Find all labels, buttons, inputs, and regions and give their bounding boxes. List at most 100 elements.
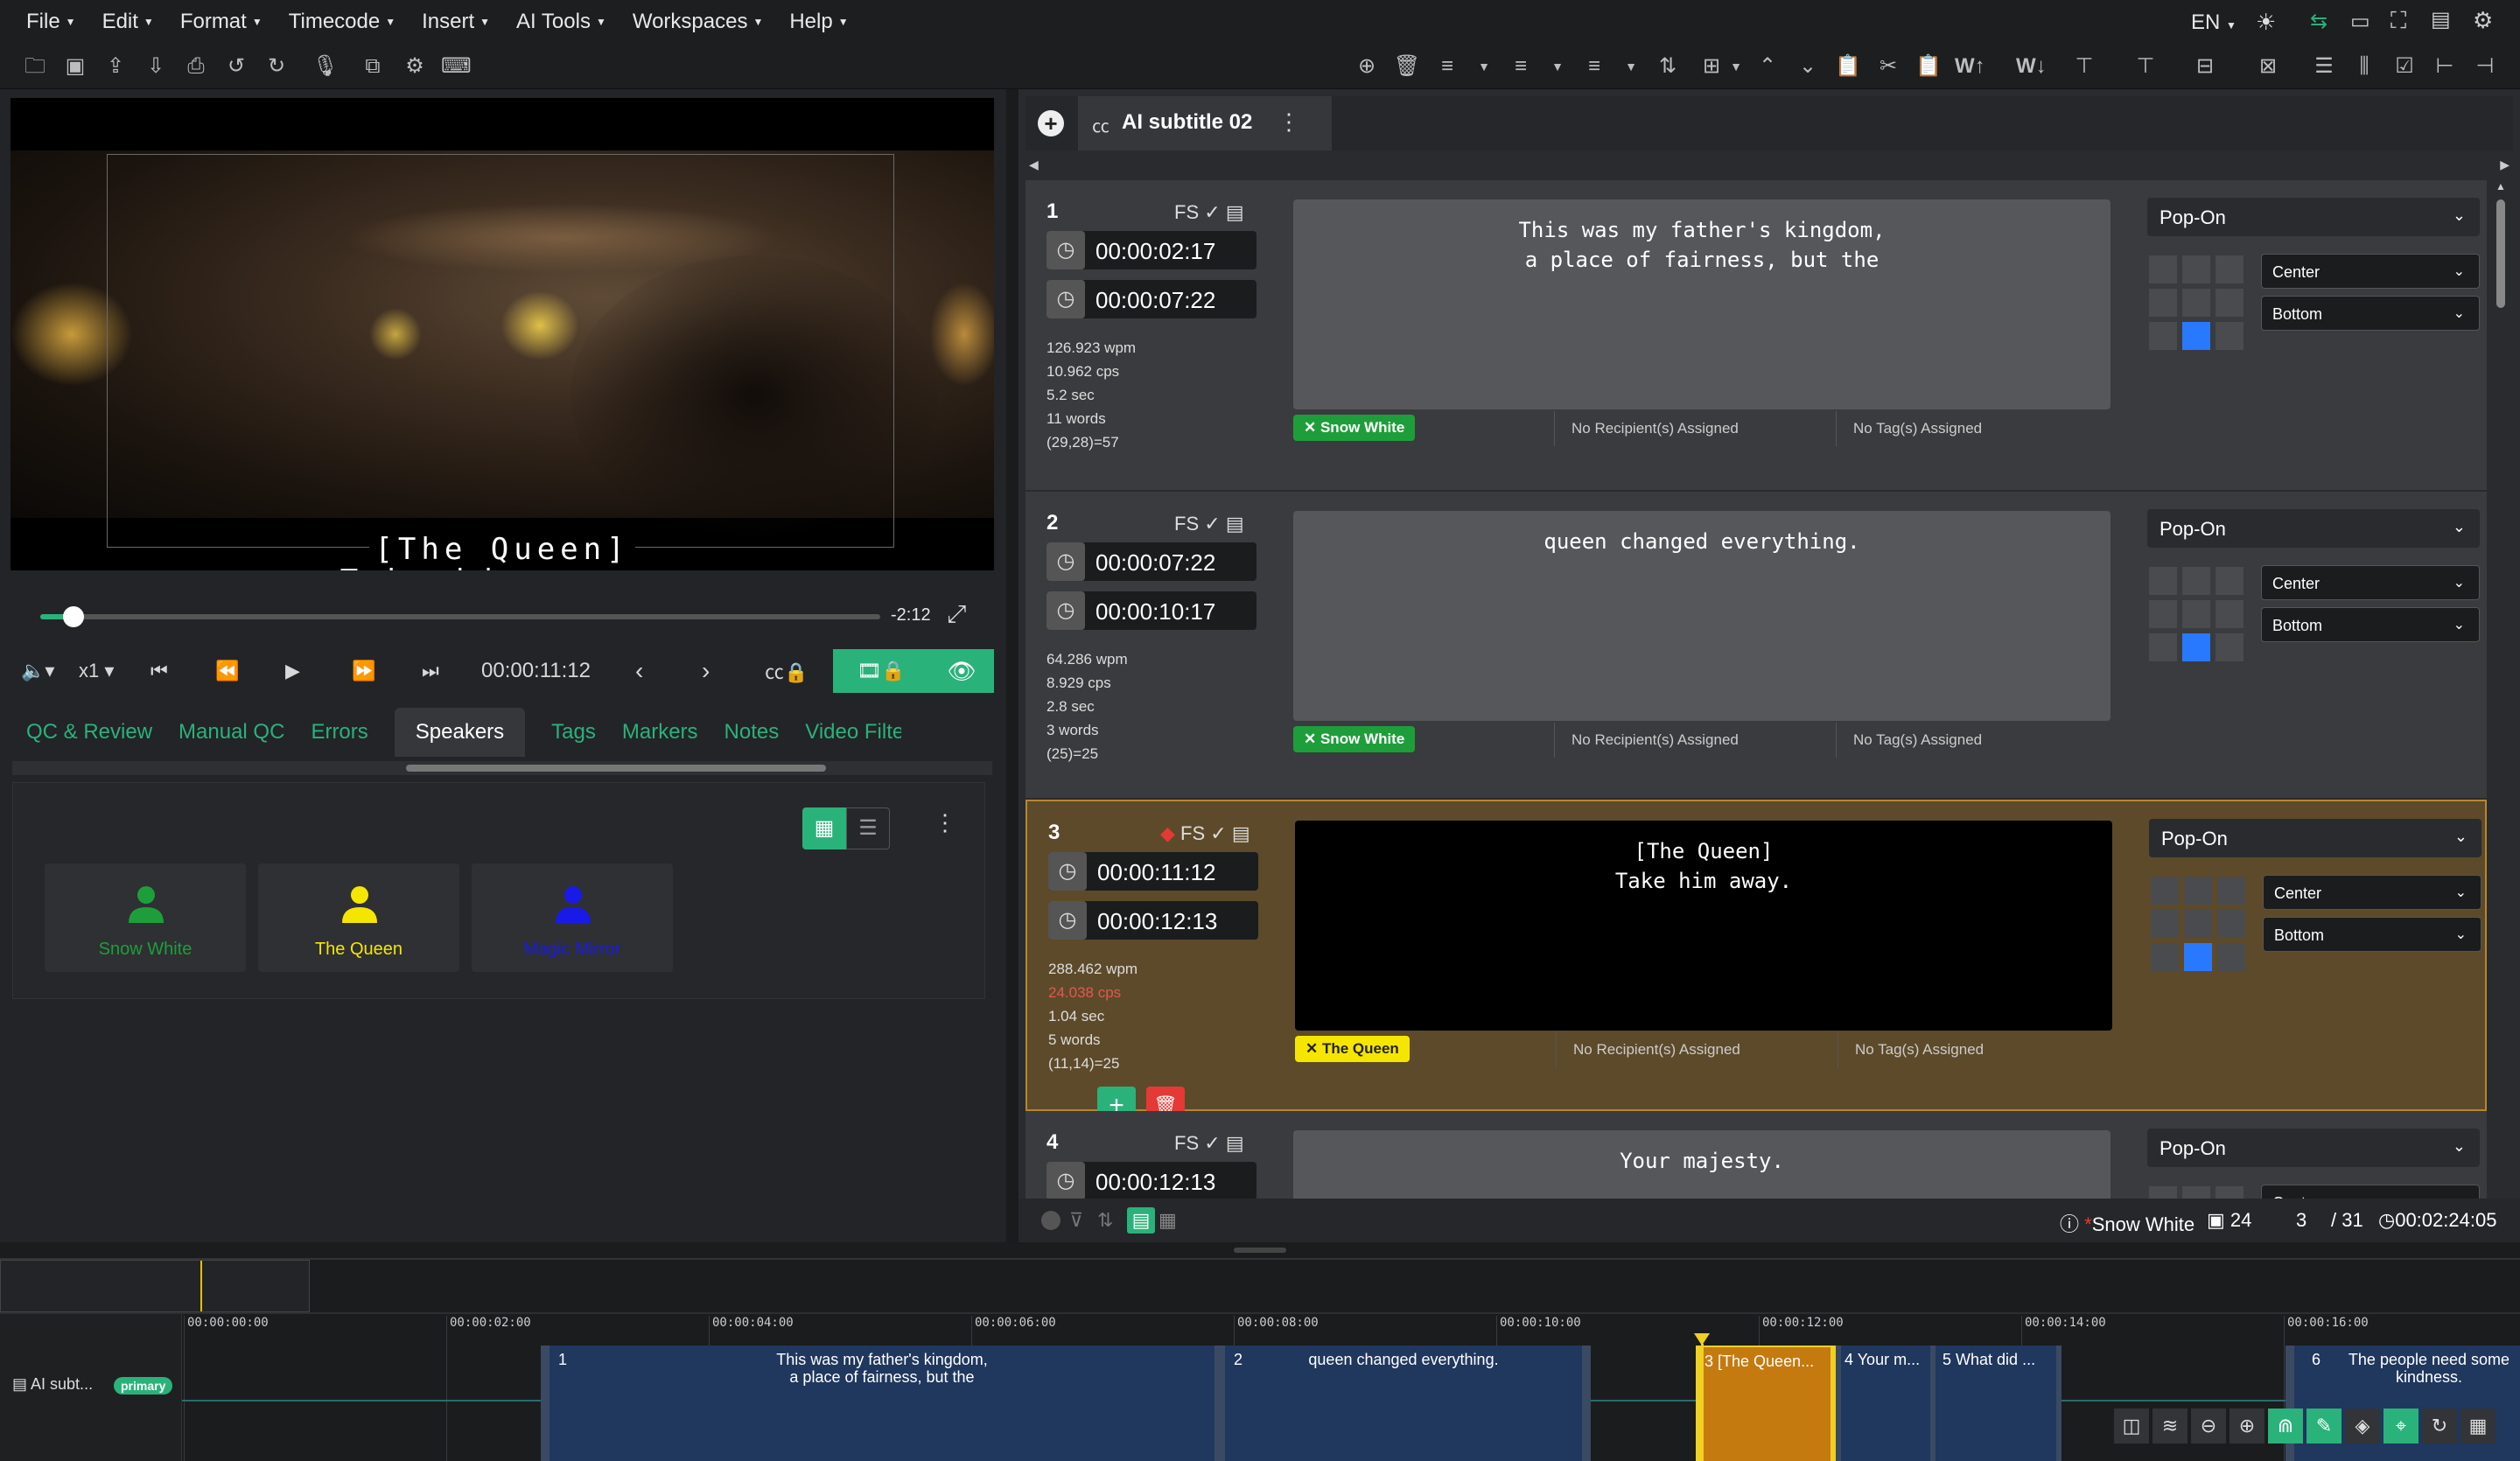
translate-icon[interactable]: ⧉	[359, 52, 387, 80]
chevron-down-icon[interactable]: ⌄	[1794, 52, 1822, 80]
tabs-scroll-thumb[interactable]	[406, 765, 826, 772]
out-timecode-field[interactable]: ◷ 00:00:10:17	[1046, 591, 1256, 630]
speaker-tag[interactable]: ✕ The Queen	[1295, 1036, 1410, 1062]
menu-timecode[interactable]: Timecode ▼	[289, 10, 396, 34]
tab-speakers[interactable]: Speakers	[394, 708, 526, 757]
print-icon[interactable]: ⎙	[182, 52, 210, 80]
align-right-dropdown-icon[interactable]: ▼	[1617, 52, 1645, 80]
waveform-icon[interactable]: ≋	[2152, 1409, 2188, 1444]
out-timecode-field[interactable]: ◷ 00:00:12:13	[1048, 901, 1258, 940]
comment-icon[interactable]: ▤	[1226, 201, 1244, 223]
pin-left-icon[interactable]: ⊢	[2431, 52, 2459, 80]
fullscreen-icon[interactable]: ⛶	[2390, 7, 2406, 35]
cue-view-icon[interactable]: ▤	[1127, 1207, 1155, 1234]
comment-icon[interactable]: ▤	[1226, 1132, 1244, 1154]
horizontal-align-select[interactable]: Center⌄	[2261, 254, 2480, 289]
tab-tags[interactable]: Tags	[551, 708, 596, 757]
in-timecode-field[interactable]: ◷ 00:00:12:13	[1046, 1162, 1256, 1200]
grid-toggle-icon[interactable]: ▦	[2460, 1409, 2496, 1444]
layers-icon[interactable]: ◈	[2345, 1409, 2380, 1444]
list-view-icon[interactable]: ☰	[846, 807, 890, 849]
tab-qc-review[interactable]: QC & Review	[26, 708, 152, 757]
merge-icon[interactable]: ⊠	[2254, 52, 2282, 80]
vertical-align-select[interactable]: Bottom ⌄	[2261, 607, 2480, 642]
timeline-segment[interactable]: 6 The people need some kindness.	[2286, 1346, 2520, 1461]
position-grid[interactable]	[2149, 255, 2245, 352]
scroll-right-icon[interactable]: ▶	[2500, 157, 2510, 172]
move-bottom-icon[interactable]: ⊤	[2132, 52, 2160, 80]
caption-lock-icon[interactable]: ㏄🔒	[765, 657, 808, 685]
add-cue-icon[interactable]: ⊕	[1353, 52, 1381, 80]
skip-end-icon[interactable]: ⏭	[422, 660, 439, 682]
caption-mode-select[interactable]: Pop-On ⌄	[2149, 819, 2482, 857]
timeline-segment-selected[interactable]: 3 [The Queen...	[1696, 1346, 1836, 1461]
language-select[interactable]: EN ▼	[2191, 10, 2236, 35]
sync-icon[interactable]: ⇆	[2310, 9, 2328, 34]
paste-icon[interactable]: 📋	[1914, 52, 1942, 80]
in-timecode-field[interactable]: ◷ 00:00:02:17	[1046, 231, 1256, 269]
align-center-icon[interactable]: ≡	[1507, 52, 1535, 80]
gear-icon[interactable]: ⚙	[401, 52, 429, 80]
word-down-icon[interactable]: W↓	[2016, 52, 2047, 80]
undo-icon[interactable]: ↺	[222, 52, 250, 80]
recipients[interactable]: No Recipient(s) Assigned	[1573, 1041, 1740, 1059]
menu-ai-tools[interactable]: AI Tools ▼	[516, 10, 606, 34]
volume-icon[interactable]: 🔈▾	[21, 660, 54, 682]
speaker-card-magic-mirror[interactable]: Magic Mirror	[472, 863, 673, 972]
cue-row-selected[interactable]: 3 ◆ FS ✓ ▤ ◷ 00:00:11:12 ◷ 00:00:12:13 288…	[1026, 800, 2487, 1125]
tabs-scrollbar[interactable]	[12, 761, 992, 775]
word-up-icon[interactable]: W↑	[1955, 52, 1985, 80]
columns-icon[interactable]: ⫼	[2350, 52, 2378, 80]
expand-icon[interactable]: ⤢	[947, 600, 966, 629]
timeline-resize-handle[interactable]	[1234, 1248, 1286, 1253]
cue-text-editor[interactable]: [The Queen] Take him away.	[1295, 821, 2112, 1031]
recipients[interactable]: No Recipient(s) Assigned	[1572, 731, 1739, 749]
cue-text-editor[interactable]: queen changed everything.	[1293, 511, 2110, 721]
zoom-out-icon[interactable]: ⊖	[2191, 1409, 2226, 1444]
track-tab-ai-subtitle[interactable]: ㏄ AI subtitle 02 ⋮	[1078, 96, 1332, 150]
check-icon[interactable]: ✓	[1204, 1132, 1220, 1154]
table-dropdown-icon[interactable]: ▼	[1722, 52, 1750, 80]
window-icon[interactable]: ▭	[2350, 9, 2370, 34]
scroll-left-icon[interactable]: ◀	[1029, 157, 1039, 172]
speaker-tag[interactable]: ✕ Snow White	[1293, 726, 1416, 752]
more-options-icon[interactable]: ⋮	[934, 809, 956, 836]
comment-icon[interactable]: ▤	[1226, 513, 1244, 535]
menu-file[interactable]: File ▼	[26, 10, 76, 34]
timeline-segment[interactable]: 5 What did ...	[1930, 1346, 2062, 1461]
filter-icon[interactable]: ⊽	[1069, 1209, 1083, 1232]
align-center-dropdown-icon[interactable]: ▼	[1544, 52, 1572, 80]
error-icon[interactable]: ◆	[1160, 822, 1175, 844]
tab-manual-qc[interactable]: Manual QC	[178, 708, 284, 757]
keyboard-icon[interactable]: ⌨	[441, 52, 472, 80]
location-pin-icon[interactable]: ⌖	[2384, 1409, 2418, 1444]
out-timecode-field[interactable]: ◷ 00:00:07:22	[1046, 280, 1256, 318]
caption-mode-select[interactable]: Pop-On ⌄	[2147, 509, 2480, 548]
timeline-segment[interactable]: 4 Your m...	[1836, 1346, 1941, 1461]
cue-text-editor[interactable]: This was my father's kingdom, a place of…	[1293, 199, 2110, 409]
redo-icon[interactable]: ↻	[262, 52, 290, 80]
caption-mode-select[interactable]: Pop-On ⌄	[2147, 198, 2480, 236]
speaker-tag[interactable]: ✕ Snow White	[1293, 415, 1416, 441]
magnet-icon[interactable]: ⋒	[2268, 1409, 2303, 1444]
tags[interactable]: No Tag(s) Assigned	[1853, 731, 1982, 749]
grid-view-icon[interactable]: ▦	[802, 807, 846, 849]
add-track-icon[interactable]: +	[1038, 110, 1064, 136]
pin-right-icon[interactable]: ⊣	[2471, 52, 2499, 80]
in-timecode-field[interactable]: ◷ 00:00:11:12	[1048, 852, 1258, 891]
settings-icon[interactable]: ⚙	[2473, 7, 2493, 34]
notes-icon[interactable]: ▤	[2431, 7, 2451, 32]
track-menu-icon[interactable]: ⋮	[1278, 108, 1300, 136]
visibility-icon[interactable]: 👁	[929, 649, 994, 693]
comment-icon[interactable]: ▤	[1232, 822, 1250, 844]
forward-icon[interactable]: ⏩	[352, 660, 375, 682]
lines-icon[interactable]: ☰	[2310, 52, 2338, 80]
cut-icon[interactable]: ✂	[1874, 52, 1902, 80]
scroll-up-icon[interactable]: ▲	[2496, 180, 2506, 192]
horizontal-align-select[interactable]: Center⌄	[2261, 565, 2480, 600]
menu-format[interactable]: Format ▼	[180, 10, 262, 34]
upload-icon[interactable]: ⇪	[102, 52, 130, 80]
in-timecode-field[interactable]: ◷ 00:00:07:22	[1046, 542, 1256, 581]
timeline-overview[interactable]	[0, 1260, 310, 1312]
zoom-in-icon[interactable]: ⊕	[2230, 1409, 2264, 1444]
